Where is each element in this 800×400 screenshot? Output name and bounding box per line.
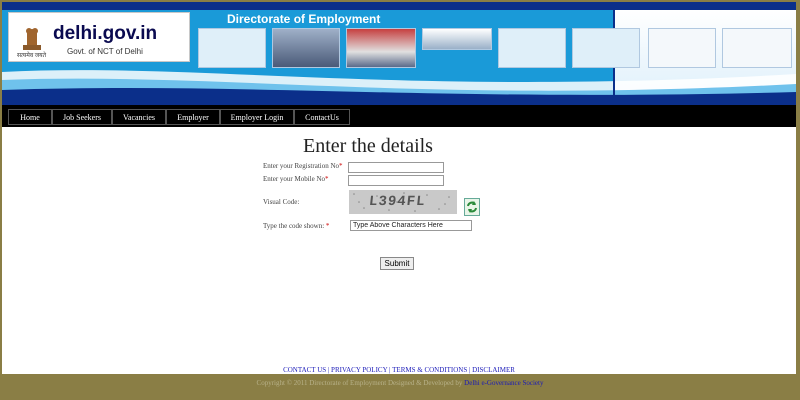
required-mark: *	[339, 162, 343, 170]
emblem-icon	[23, 28, 41, 50]
banner-photo-placeholder	[498, 28, 566, 68]
banner-photo	[346, 28, 416, 68]
banner-photo-placeholder	[198, 28, 266, 68]
nav-home[interactable]: Home	[8, 109, 52, 125]
mobile-input[interactable]	[348, 175, 444, 186]
banner-photo	[422, 28, 492, 50]
registration-label-text: Enter your Registration No	[263, 162, 340, 170]
registration-input[interactable]	[348, 162, 444, 173]
required-mark: *	[325, 175, 329, 183]
submit-button[interactable]: Submit	[380, 257, 414, 270]
header-banner: delhi.gov.in Govt. of NCT of Delhi सत्यम…	[2, 2, 796, 105]
footer-links[interactable]: CONTACT US | PRIVACY POLICY | TERMS & CO…	[2, 366, 796, 374]
banner-photo-placeholder	[722, 28, 792, 68]
type-code-label: Type the code shown: *	[263, 222, 329, 230]
site-logo[interactable]: delhi.gov.in Govt. of NCT of Delhi सत्यम…	[8, 12, 190, 62]
nav-contact-us[interactable]: ContactUs	[294, 109, 350, 125]
site-subtitle: Govt. of NCT of Delhi	[67, 47, 143, 56]
captcha-text: L394FL	[368, 194, 427, 210]
copyright-text: Copyright © 2011 Directorate of Employme…	[256, 379, 465, 387]
main-nav: Home Job Seekers Vacancies Employer Empl…	[2, 105, 796, 127]
nav-vacancies[interactable]: Vacancies	[112, 109, 166, 125]
registration-label: Enter your Registration No*	[263, 162, 343, 170]
visual-code-label: Visual Code:	[263, 198, 300, 206]
refresh-captcha-icon[interactable]	[464, 198, 480, 216]
type-code-label-text: Type the code shown:	[263, 222, 325, 230]
captcha-code-input[interactable]	[350, 220, 472, 231]
copyright-line: Copyright © 2011 Directorate of Employme…	[0, 379, 800, 387]
nav-employer-login[interactable]: Employer Login	[220, 109, 294, 125]
page-frame: delhi.gov.in Govt. of NCT of Delhi सत्यम…	[2, 2, 796, 374]
banner-photo	[272, 28, 340, 68]
site-title: delhi.gov.in	[53, 23, 158, 44]
banner-bottom-band	[2, 98, 796, 105]
mobile-label: Enter your Mobile No*	[263, 175, 329, 183]
directorate-title: Directorate of Employment	[227, 12, 381, 26]
emblem-motto: सत्यमेव जयते	[17, 53, 47, 59]
banner-photo-placeholder	[648, 28, 716, 68]
nav-job-seekers[interactable]: Job Seekers	[52, 109, 112, 125]
developer-link[interactable]: Delhi e-Governance Society	[464, 379, 543, 387]
required-mark: *	[325, 222, 330, 230]
form-heading: Enter the details	[303, 135, 433, 157]
banner-photo-placeholder	[572, 28, 640, 68]
nav-employer[interactable]: Employer	[166, 109, 220, 125]
mobile-label-text: Enter your Mobile No	[263, 175, 326, 183]
